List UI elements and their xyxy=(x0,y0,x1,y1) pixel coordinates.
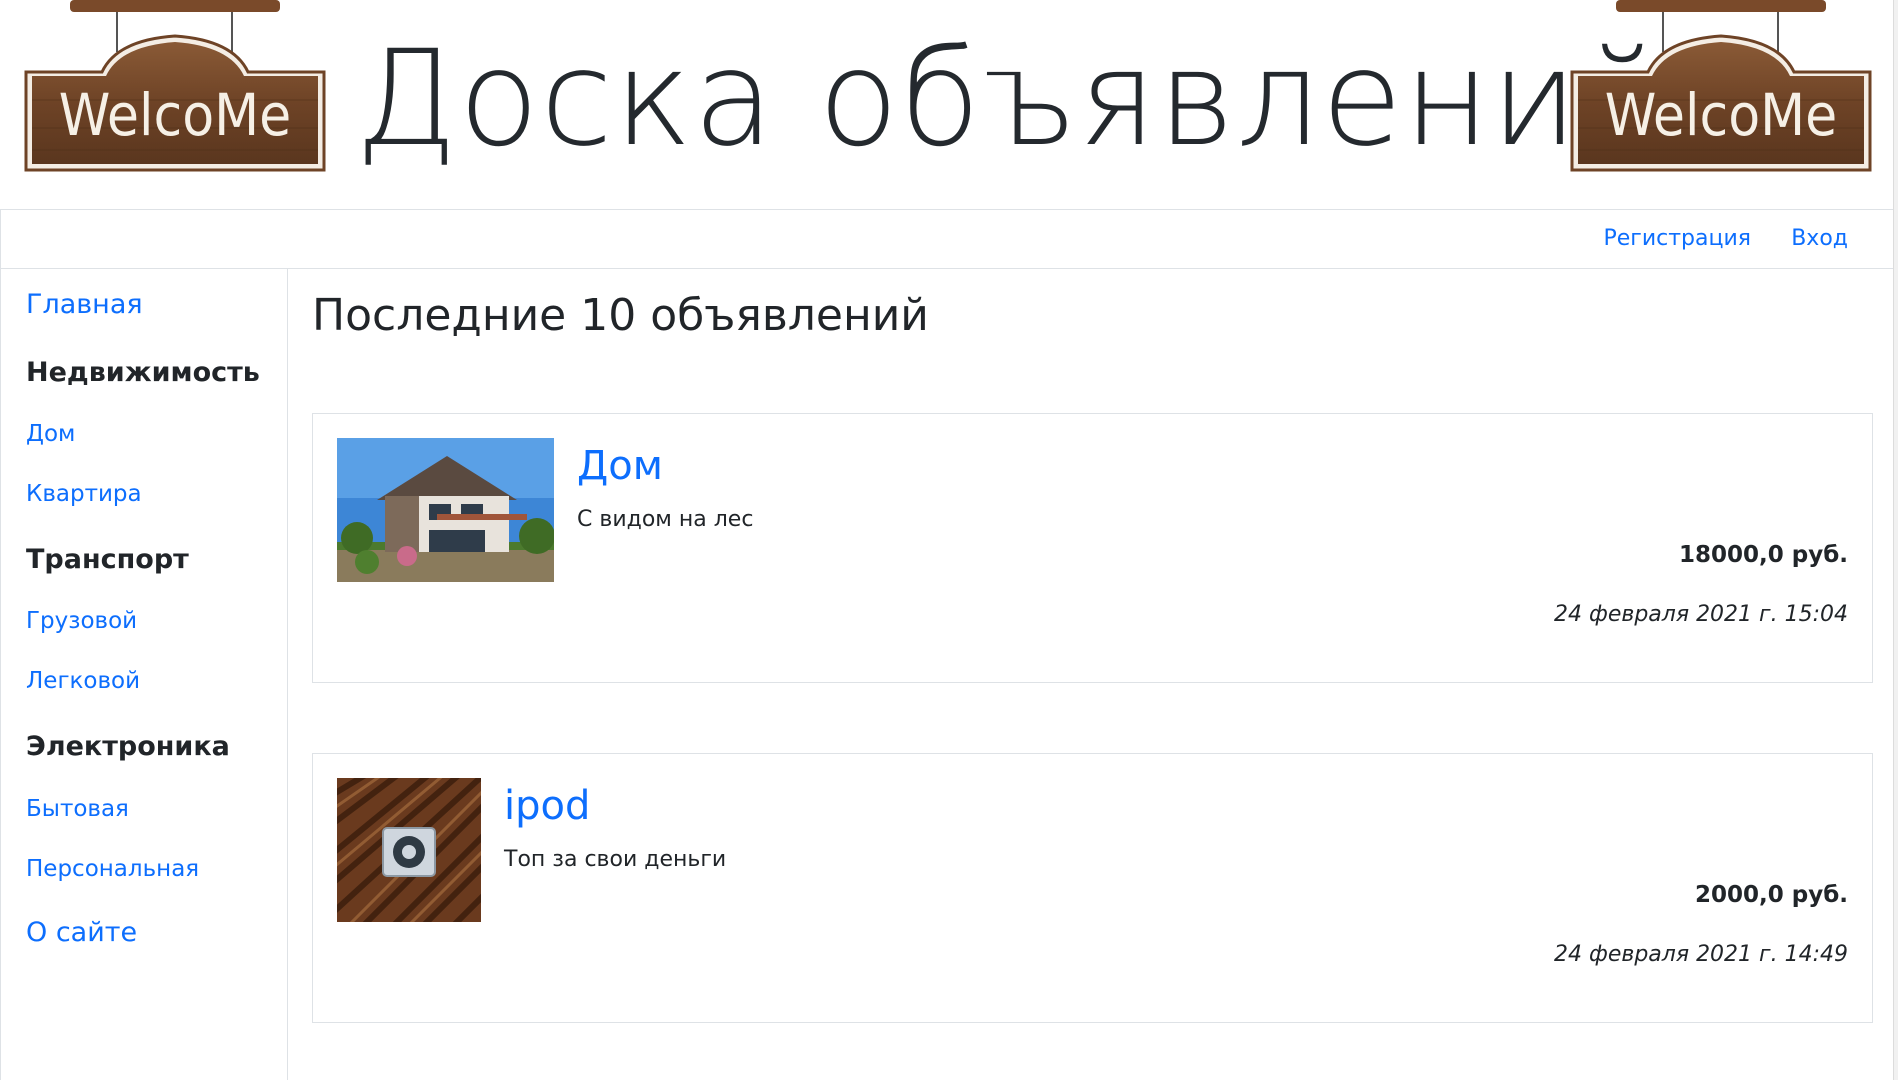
listing-card: ipod Топ за свои деньги 2000,0 руб. 24 ф… xyxy=(312,753,1873,1023)
listing-card: Дом С видом на лес 18000,0 руб. 24 февра… xyxy=(312,413,1873,683)
sidebar-category-real-estate: Недвижимость xyxy=(26,357,260,388)
sidebar-category-electronics: Электроника xyxy=(26,731,230,762)
login-link[interactable]: Вход xyxy=(1791,226,1848,251)
sidebar-item-home[interactable]: Главная xyxy=(26,289,143,320)
welcome-sign-left-text: WelcoMe xyxy=(59,81,292,149)
site-title: Доска объявлений xyxy=(355,22,1667,176)
page-scrollbar[interactable] xyxy=(1893,0,1898,1080)
listing-date: 24 февраля 2021 г. 14:49 xyxy=(1554,942,1848,967)
site-header: WelcoMe Доска объявлений WelcoMe xyxy=(0,0,1898,210)
sidebar-item-apartment[interactable]: Квартира xyxy=(26,481,142,507)
listing-date: 24 февраля 2021 г. 15:04 xyxy=(1554,602,1848,627)
listing-description: Топ за свои деньги xyxy=(504,847,727,872)
top-navbar: Регистрация Вход xyxy=(0,209,1894,269)
sidebar-item-house[interactable]: Дом xyxy=(26,421,75,447)
sidebar-item-personal[interactable]: Персональная xyxy=(26,856,199,882)
sidebar-item-cars[interactable]: Легковой xyxy=(26,668,140,694)
listing-description: С видом на лес xyxy=(577,507,754,532)
welcome-sign-left: WelcoMe xyxy=(22,0,328,175)
sidebar-category-transport: Транспорт xyxy=(26,544,189,575)
welcome-sign-right-text: WelcoMe xyxy=(1605,81,1838,149)
listing-title-link[interactable]: Дом xyxy=(577,440,663,492)
listing-title-link[interactable]: ipod xyxy=(504,780,590,832)
listing-price: 2000,0 руб. xyxy=(1694,882,1848,908)
house-photo-icon[interactable] xyxy=(337,438,554,582)
page-title: Последние 10 объявлений xyxy=(312,290,929,341)
sidebar-item-household[interactable]: Бытовая xyxy=(26,796,129,822)
welcome-sign-right: WelcoMe xyxy=(1568,0,1874,175)
sidebar-item-trucks[interactable]: Грузовой xyxy=(26,608,137,634)
register-link[interactable]: Регистрация xyxy=(1603,226,1751,251)
listing-price: 18000,0 руб. xyxy=(1678,542,1848,568)
sidebar: Главная Недвижимость Дом Квартира Трансп… xyxy=(0,269,288,1080)
ipod-photo-icon[interactable] xyxy=(337,778,481,922)
sidebar-item-about[interactable]: О сайте xyxy=(26,917,137,948)
